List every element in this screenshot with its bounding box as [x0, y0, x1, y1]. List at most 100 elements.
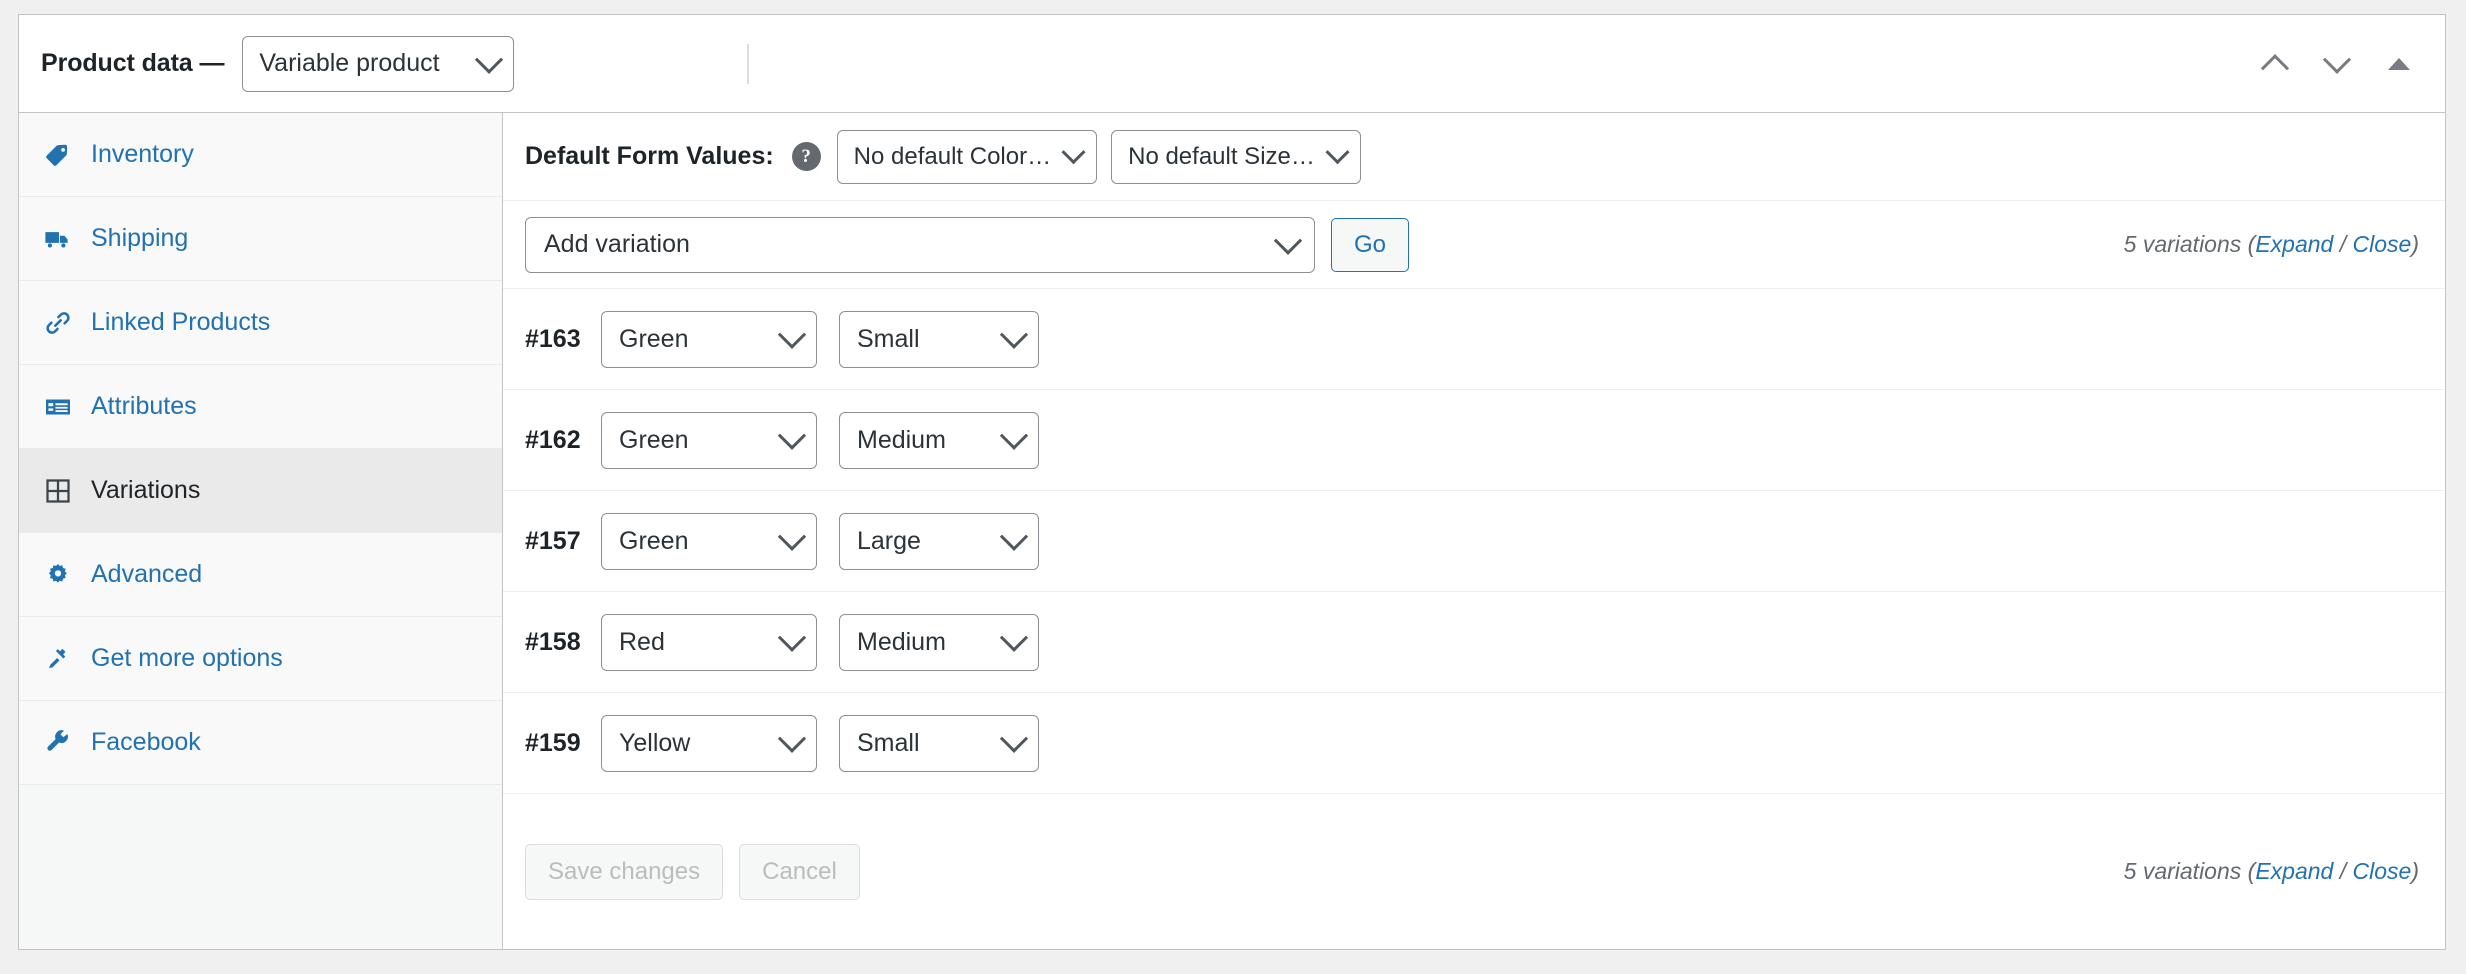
variation-color-select[interactable]: Red: [601, 613, 817, 671]
variation-count-text: 5 variations: [2123, 231, 2242, 257]
default-size-select[interactable]: No default Size…: [1111, 129, 1361, 184]
chevron-up-icon: [2260, 54, 2290, 83]
list-view-icon: [41, 390, 75, 424]
chevron-down-icon: [475, 45, 504, 74]
variation-color-value: Green: [619, 526, 689, 555]
add-variation-select[interactable]: Add variation: [525, 216, 1315, 273]
default-size-value: No default Size…: [1128, 142, 1315, 170]
triangle-up-icon: [2388, 58, 2410, 70]
variation-color-select[interactable]: Green: [601, 310, 817, 368]
variation-color-select[interactable]: Green: [601, 512, 817, 570]
metabox-body: Inventory Shipping Linked Products Attri…: [19, 113, 2445, 949]
metabox-header-controls: [2253, 15, 2421, 113]
chevron-down-icon: [1061, 140, 1086, 165]
toggle-panel-button[interactable]: [2377, 42, 2421, 86]
chevron-down-icon: [999, 522, 1029, 551]
default-color-value: No default Color…: [853, 142, 1052, 170]
link-separator: /: [2339, 231, 2347, 257]
sidebar-item-inventory[interactable]: Inventory: [19, 113, 502, 197]
variation-id: #162: [525, 425, 581, 454]
variation-count-text: 5 variations: [2123, 858, 2242, 884]
chevron-down-icon: [777, 320, 807, 349]
close-paren: ): [2411, 858, 2419, 884]
sidebar-item-label: Shipping: [91, 224, 189, 252]
chevron-down-icon: [777, 623, 807, 652]
move-down-button[interactable]: [2315, 42, 2359, 86]
close-paren: ): [2411, 231, 2419, 257]
chevron-down-icon: [1325, 140, 1350, 165]
chevron-down-icon: [999, 623, 1029, 652]
table-row: #158 Red Medium: [503, 592, 2445, 693]
variation-size-select[interactable]: Large: [839, 512, 1039, 570]
variation-id: #163: [525, 324, 581, 353]
sidebar-item-label: Get more options: [91, 644, 283, 672]
sidebar-item-label: Inventory: [91, 140, 194, 168]
sidebar-item-label: Linked Products: [91, 308, 271, 336]
variation-id: #159: [525, 728, 581, 757]
chevron-down-icon: [999, 421, 1029, 450]
truck-icon: [41, 222, 75, 256]
sidebar-item-linked-products[interactable]: Linked Products: [19, 281, 502, 365]
gear-icon: [41, 558, 75, 592]
close-link[interactable]: Close: [2353, 231, 2412, 257]
sidebar-item-get-more-options[interactable]: Get more options: [19, 617, 502, 701]
table-row: #163 Green Small: [503, 289, 2445, 390]
variation-size-value: Medium: [857, 627, 946, 656]
variation-size-value: Small: [857, 324, 920, 353]
variation-size-value: Small: [857, 728, 920, 757]
table-row: #162 Green Medium: [503, 390, 2445, 491]
metabox-header: Product data — Variable product: [19, 15, 2445, 113]
default-color-select[interactable]: No default Color…: [836, 129, 1098, 184]
chevron-down-icon: [999, 320, 1029, 349]
variation-size-select[interactable]: Medium: [839, 613, 1039, 671]
sidebar-item-variations[interactable]: Variations: [19, 449, 502, 533]
product-data-metabox: Product data — Variable product Inventor…: [18, 14, 2446, 950]
cancel-button[interactable]: Cancel: [739, 843, 860, 900]
chevron-down-icon: [777, 421, 807, 450]
sidebar-item-facebook[interactable]: Facebook: [19, 701, 502, 785]
variation-count-bottom: 5 variations (Expand / Close): [2124, 858, 2419, 885]
product-type-select[interactable]: Variable product: [242, 35, 515, 92]
chevron-down-icon: [2322, 45, 2352, 74]
variation-color-value: Green: [619, 425, 689, 454]
variations-panel: Default Form Values: ? No default Color……: [503, 113, 2445, 949]
variation-id: #158: [525, 627, 581, 656]
save-changes-button[interactable]: Save changes: [525, 843, 724, 900]
expand-link[interactable]: Expand: [2255, 231, 2333, 257]
sidebar-item-shipping[interactable]: Shipping: [19, 197, 502, 281]
screen: Product data — Variable product Inventor…: [0, 0, 2466, 974]
sidebar-item-label: Facebook: [91, 728, 201, 756]
help-icon[interactable]: ?: [791, 142, 821, 171]
variation-size-select[interactable]: Small: [839, 714, 1039, 772]
variation-count-top: 5 variations (Expand / Close): [2124, 231, 2419, 258]
expand-link[interactable]: Expand: [2255, 858, 2333, 884]
tag-icon: [41, 138, 75, 172]
close-link[interactable]: Close: [2353, 858, 2412, 884]
move-up-button[interactable]: [2253, 42, 2297, 86]
table-row: #159 Yellow Small: [503, 693, 2445, 794]
table-row: #157 Green Large: [503, 491, 2445, 592]
wrench-icon: [41, 726, 75, 760]
product-data-tabs: Inventory Shipping Linked Products Attri…: [19, 113, 503, 949]
sidebar-item-label: Variations: [91, 476, 201, 504]
go-button[interactable]: Go: [1331, 217, 1409, 272]
variation-color-value: Yellow: [619, 728, 691, 757]
variation-color-select[interactable]: Yellow: [601, 714, 817, 772]
link-icon: [41, 306, 75, 340]
plugin-icon: [41, 642, 75, 676]
variation-size-select[interactable]: Small: [839, 310, 1039, 368]
default-form-values-label: Default Form Values:: [525, 142, 774, 170]
variation-size-select[interactable]: Medium: [839, 411, 1039, 469]
variation-color-value: Green: [619, 324, 689, 353]
add-variation-value: Add variation: [544, 230, 690, 258]
sidebar-item-label: Advanced: [91, 560, 203, 588]
variation-color-select[interactable]: Green: [601, 411, 817, 469]
sidebar-item-advanced[interactable]: Advanced: [19, 533, 502, 617]
chevron-down-icon: [777, 724, 807, 753]
page-title: Product data —: [41, 49, 225, 77]
chevron-down-icon: [1273, 226, 1303, 255]
product-type-value: Variable product: [259, 49, 440, 77]
header-divider: [747, 44, 749, 84]
sidebar-item-label: Attributes: [91, 392, 197, 420]
sidebar-item-attributes[interactable]: Attributes: [19, 365, 502, 449]
